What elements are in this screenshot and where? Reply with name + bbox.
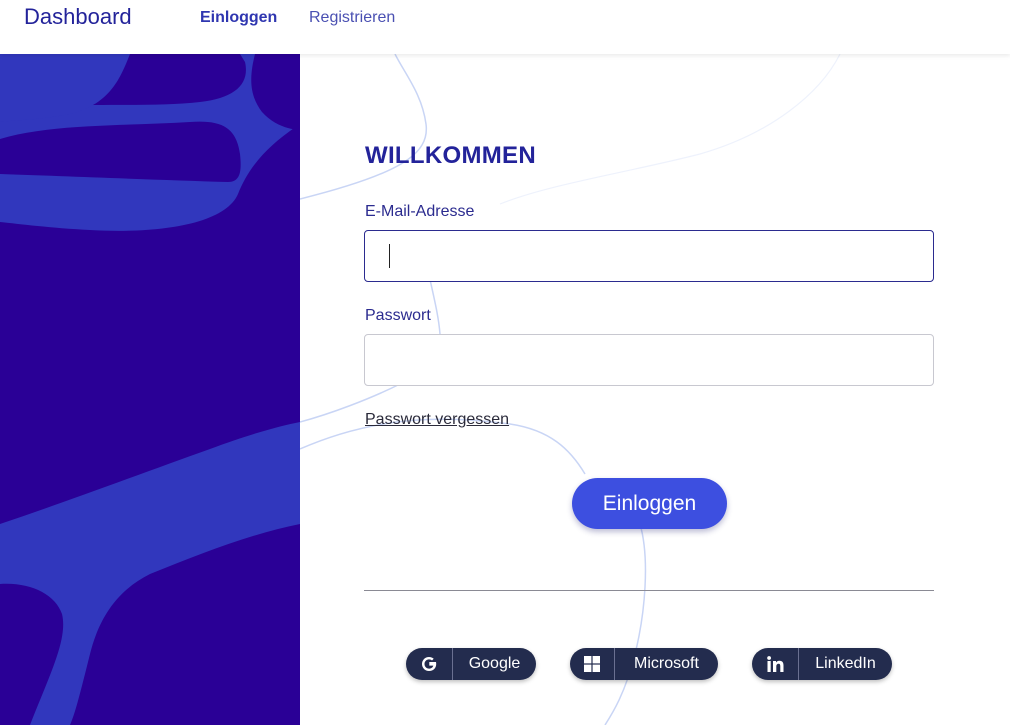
decorative-side-panel [0,54,300,725]
password-label: Passwort [365,307,431,324]
top-navigation-bar: Dashboard Einloggen Registrieren [0,0,1010,54]
google-login-button[interactable]: Google [406,648,536,680]
forgot-password-link[interactable]: Passwort vergessen [365,411,509,429]
google-label: Google [468,655,521,672]
microsoft-label: Microsoft [634,655,699,672]
linkedin-login-button[interactable]: LinkedIn [752,648,892,680]
email-label: E-Mail-Adresse [365,203,475,220]
brand-title[interactable]: Dashboard [24,4,132,30]
page-title: WILLKOMMEN [365,142,536,169]
google-icon [406,648,453,680]
divider [364,590,934,591]
linkedin-icon [752,648,799,680]
nav-link-register[interactable]: Registrieren [309,9,395,27]
text-cursor [389,244,390,268]
password-field[interactable] [364,334,934,386]
side-panel-pattern [0,54,300,725]
nav-link-login[interactable]: Einloggen [200,9,277,27]
microsoft-icon [570,648,615,680]
login-button[interactable]: Einloggen [572,478,727,529]
microsoft-login-button[interactable]: Microsoft [570,648,718,680]
linkedin-label: LinkedIn [815,655,876,672]
email-field[interactable] [364,230,934,282]
